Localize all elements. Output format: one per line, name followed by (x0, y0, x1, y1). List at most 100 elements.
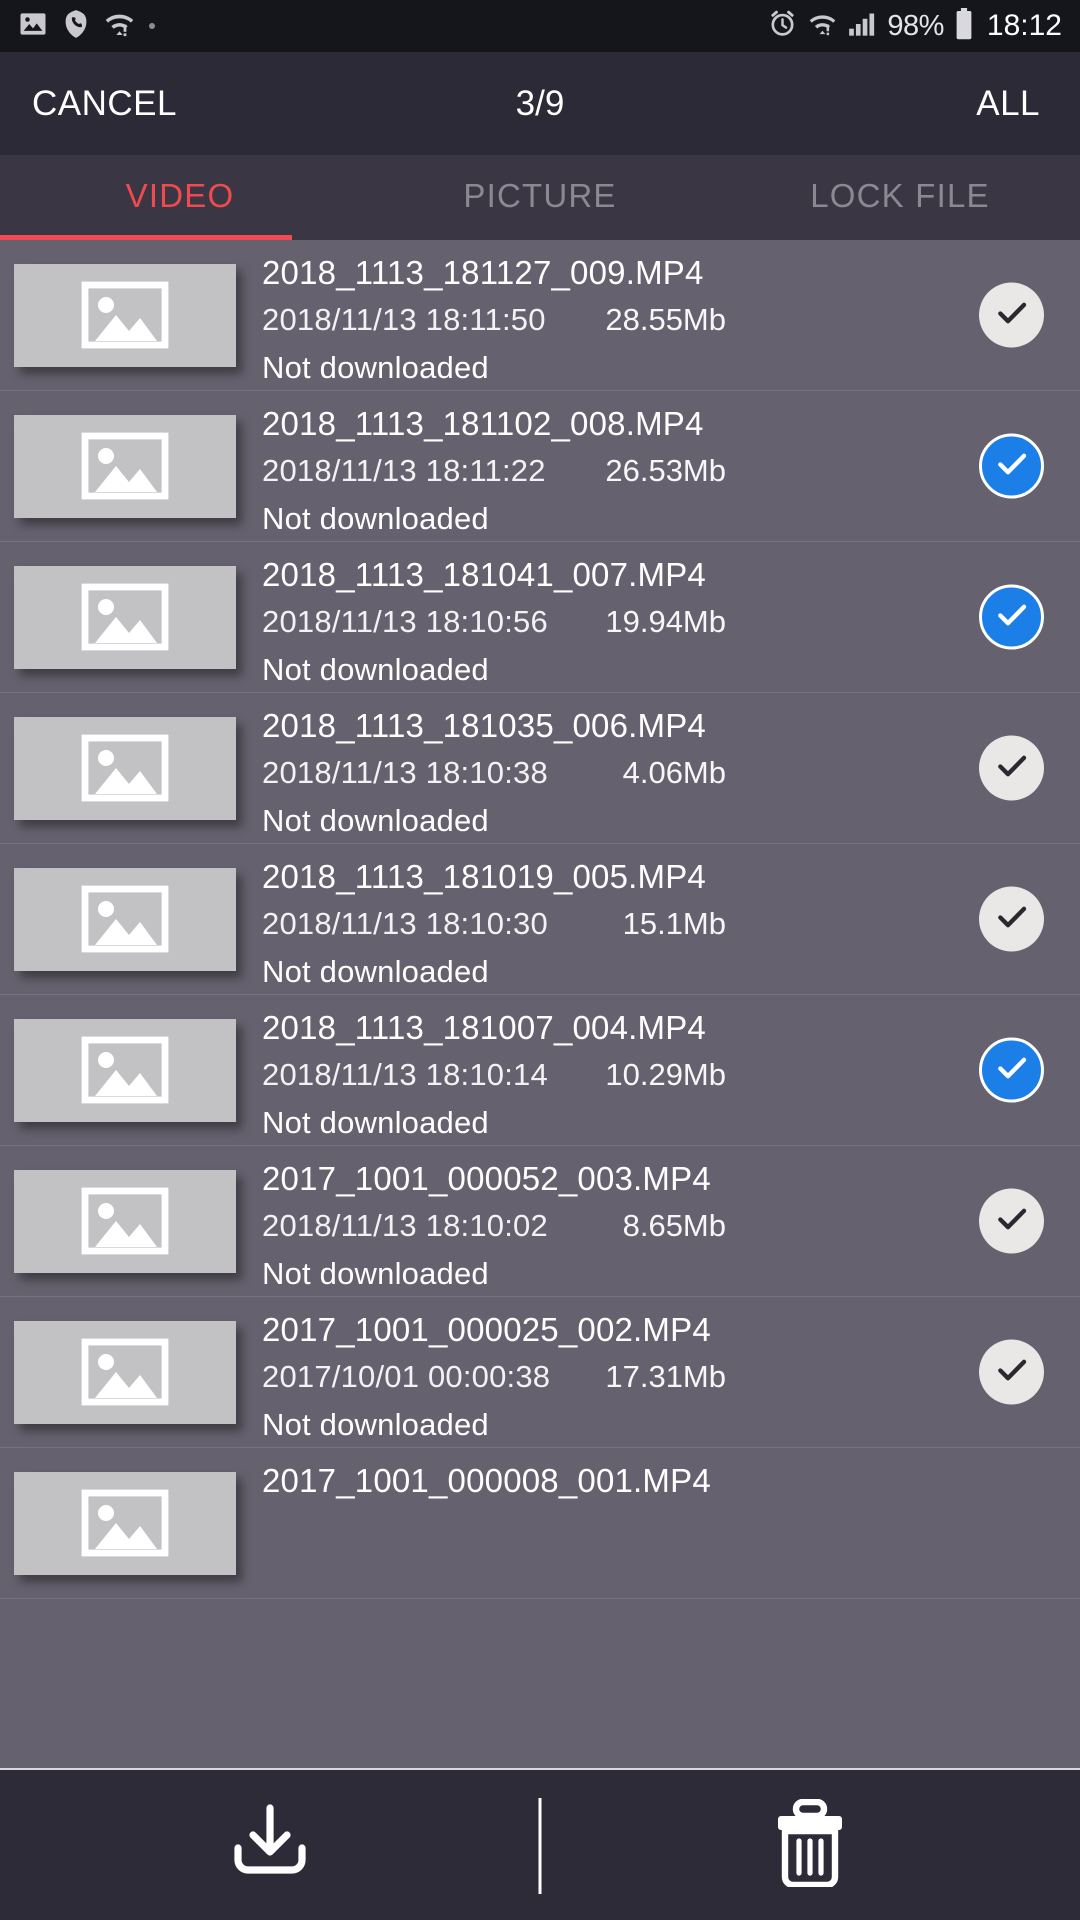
tab-picture[interactable]: PICTURE (360, 155, 720, 240)
file-date-label: 2018/11/13 18:11:22 (262, 452, 546, 488)
file-size-label: 28.55Mb (605, 301, 726, 337)
file-manager-screen: 98% 18:12 CANCEL 3/9 ALL VIDEO PICTURE L… (0, 0, 1080, 1920)
image-placeholder-icon (81, 1036, 169, 1104)
check-icon (992, 1199, 1032, 1244)
table-row[interactable]: 2017_1001_000008_001.MP4 (0, 1448, 1080, 1599)
file-status-label: Not downloaded (262, 953, 489, 989)
select-all-button[interactable]: ALL (976, 84, 1040, 124)
file-size-label: 17.31Mb (605, 1358, 726, 1394)
bottom-bar-divider (538, 1798, 542, 1894)
thumbnail[interactable] (14, 1018, 236, 1122)
more-dot-icon (149, 23, 155, 29)
image-placeholder-icon (81, 583, 169, 651)
table-row[interactable]: 2018_1113_181019_005.MP4 2018/11/13 18:10… (0, 844, 1080, 995)
image-placeholder-icon (81, 432, 169, 500)
file-date-label: 2018/11/13 18:10:02 (262, 1207, 548, 1243)
thumbnail[interactable] (14, 1169, 236, 1273)
image-icon (18, 9, 48, 44)
check-icon (992, 1350, 1032, 1395)
checkbox-checked[interactable] (979, 433, 1044, 499)
image-placeholder-icon (81, 1489, 169, 1557)
battery-icon (955, 7, 973, 45)
file-status-label: Not downloaded (262, 349, 489, 385)
file-status-label: Not downloaded (262, 500, 489, 536)
row-body: 2018_1113_181127_009.MP4 2018/11/13 18:11… (236, 240, 1080, 391)
checkbox-unchecked[interactable] (979, 282, 1044, 348)
bottom-action-bar (0, 1768, 1080, 1920)
file-status-label: Not downloaded (262, 651, 489, 687)
table-row[interactable]: 2018_1113_181102_008.MP4 2018/11/13 18:11… (0, 391, 1080, 542)
checkbox-unchecked[interactable] (979, 1339, 1044, 1405)
thumbnail[interactable] (14, 414, 236, 518)
trash-icon (773, 1798, 847, 1892)
thumbnail[interactable] (14, 1320, 236, 1424)
check-icon (992, 897, 1032, 942)
image-placeholder-icon (81, 281, 169, 349)
download-button[interactable] (0, 1770, 540, 1920)
signal-icon (848, 11, 876, 42)
row-body: 2018_1113_181007_004.MP4 2018/11/13 18:10… (236, 995, 1080, 1146)
wifi-alert-icon (808, 11, 837, 42)
file-list[interactable]: 2018_1113_181127_009.MP4 2018/11/13 18:11… (0, 240, 1080, 1768)
file-date-label: 2018/11/13 18:10:38 (262, 754, 548, 790)
file-date-label: 2018/11/13 18:11:50 (262, 301, 546, 337)
file-name-label: 2017_1001_000008_001.MP4 (262, 1461, 711, 1499)
row-body: 2018_1113_181041_007.MP4 2018/11/13 18:10… (236, 542, 1080, 693)
tab-lock-file[interactable]: LOCK FILE (720, 155, 1080, 240)
file-date-label: 2017/10/01 00:00:38 (262, 1358, 551, 1394)
table-row[interactable]: 2017_1001_000052_003.MP4 2018/11/13 18:10… (0, 1146, 1080, 1297)
check-icon (992, 1048, 1032, 1093)
thumbnail[interactable] (14, 1471, 236, 1575)
thumbnail[interactable] (14, 263, 236, 367)
file-status-label: Not downloaded (262, 1406, 489, 1442)
file-size-label: 15.1Mb (622, 905, 726, 941)
row-body: 2018_1113_181019_005.MP4 2018/11/13 18:10… (236, 844, 1080, 995)
table-row[interactable]: 2017_1001_000025_002.MP4 2017/10/01 00:00… (0, 1297, 1080, 1448)
wifi-alert-icon (104, 10, 135, 43)
row-body: 2018_1113_181035_006.MP4 2018/11/13 18:10… (236, 693, 1080, 844)
tab-video-label: VIDEO (125, 176, 235, 214)
row-body: 2017_1001_000008_001.MP4 (236, 1448, 1080, 1599)
row-body: 2017_1001_000052_003.MP4 2018/11/13 18:10… (236, 1146, 1080, 1297)
file-name-label: 2018_1113_181102_008.MP4 (262, 404, 704, 442)
checkbox-checked[interactable] (979, 1037, 1044, 1103)
image-placeholder-icon (81, 734, 169, 802)
phone-icon (62, 9, 90, 44)
checkbox-unchecked[interactable] (979, 1188, 1044, 1254)
file-status-label: Not downloaded (262, 802, 489, 838)
tab-picture-label: PICTURE (463, 176, 617, 214)
status-bar-left-icons (18, 9, 155, 44)
thumbnail[interactable] (14, 716, 236, 820)
tab-video[interactable]: VIDEO (0, 155, 360, 240)
clock-label: 18:12 (986, 9, 1062, 42)
row-body: 2017_1001_000025_002.MP4 2017/10/01 00:00… (236, 1297, 1080, 1448)
tab-lock-file-label: LOCK FILE (810, 176, 990, 214)
checkbox-unchecked[interactable] (979, 886, 1044, 952)
delete-button[interactable] (540, 1770, 1080, 1920)
file-date-label: 2018/11/13 18:10:14 (262, 1056, 548, 1092)
file-date-label: 2018/11/13 18:10:30 (262, 905, 548, 941)
image-placeholder-icon (81, 1187, 169, 1255)
image-placeholder-icon (81, 885, 169, 953)
table-row[interactable]: 2018_1113_181127_009.MP4 2018/11/13 18:11… (0, 240, 1080, 391)
check-icon (992, 595, 1032, 640)
table-row[interactable]: 2018_1113_181035_006.MP4 2018/11/13 18:10… (0, 693, 1080, 844)
file-size-label: 4.06Mb (622, 754, 726, 790)
file-size-label: 10.29Mb (605, 1056, 726, 1092)
checkbox-unchecked[interactable] (979, 735, 1044, 801)
file-date-label: 2018/11/13 18:10:56 (262, 603, 548, 639)
file-size-label: 8.65Mb (622, 1207, 726, 1243)
tab-bar: VIDEO PICTURE LOCK FILE (0, 155, 1080, 240)
status-bar-right-icons: 98% 18:12 (768, 7, 1062, 45)
thumbnail[interactable] (14, 565, 236, 669)
check-icon (992, 746, 1032, 791)
checkbox-checked[interactable] (979, 584, 1044, 650)
check-icon (992, 444, 1032, 489)
check-icon (992, 293, 1032, 338)
file-name-label: 2017_1001_000025_002.MP4 (262, 1310, 711, 1348)
file-name-label: 2018_1113_181019_005.MP4 (262, 857, 706, 895)
image-placeholder-icon (81, 1338, 169, 1406)
thumbnail[interactable] (14, 867, 236, 971)
table-row[interactable]: 2018_1113_181041_007.MP4 2018/11/13 18:10… (0, 542, 1080, 693)
table-row[interactable]: 2018_1113_181007_004.MP4 2018/11/13 18:10… (0, 995, 1080, 1146)
